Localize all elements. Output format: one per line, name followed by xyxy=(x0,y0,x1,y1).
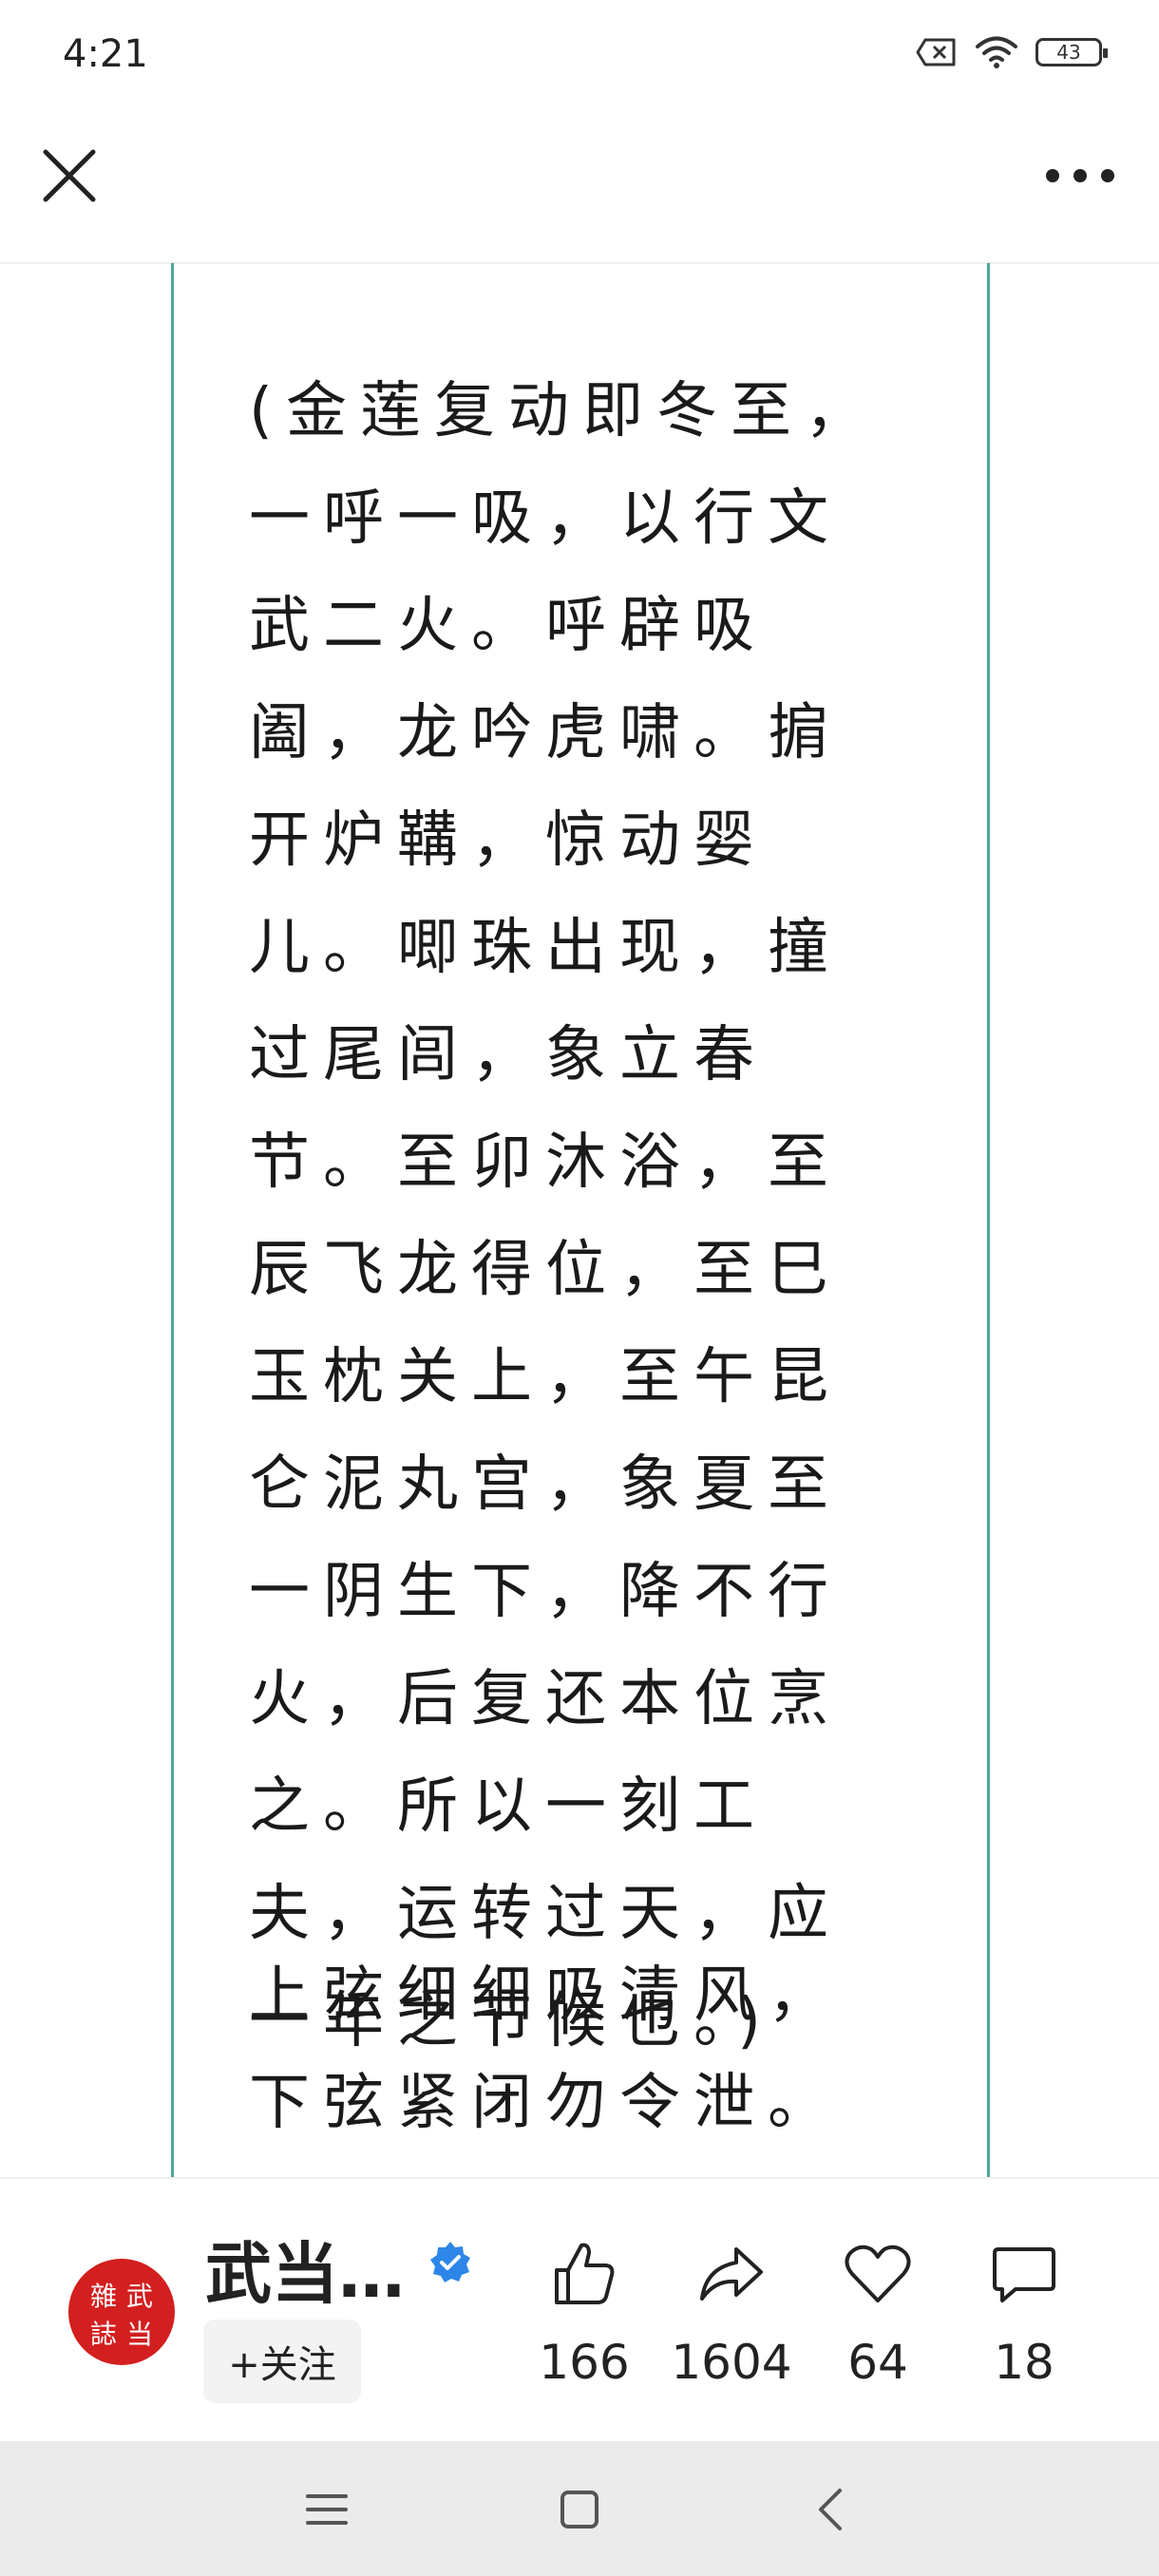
article-paragraph: 上弦细细吸清风，下弦紧闭勿令泄。 xyxy=(249,1960,842,2138)
author-name[interactable]: 武当… xyxy=(205,2221,405,2317)
follow-button[interactable]: +关注 xyxy=(203,2320,361,2403)
comment-button[interactable]: 18 xyxy=(958,2236,1091,2390)
battery-level: 43 xyxy=(1056,41,1081,64)
share-count: 1604 xyxy=(671,2335,792,2390)
avatar-char: 雜 xyxy=(89,2281,117,2312)
comment-count: 18 xyxy=(994,2335,1054,2390)
system-nav-bar xyxy=(0,2441,1159,2576)
avatar-char: 武 xyxy=(125,2281,153,2312)
favorite-count: 64 xyxy=(847,2335,908,2390)
battery-icon: 43 xyxy=(1036,38,1108,66)
back-icon[interactable] xyxy=(802,2479,863,2540)
status-time: 4:21 xyxy=(63,32,148,76)
wifi-icon xyxy=(976,36,1017,68)
top-bar xyxy=(0,114,1159,264)
home-icon[interactable] xyxy=(549,2479,610,2540)
favorite-button[interactable]: 64 xyxy=(811,2236,944,2390)
bottom-action-bar: 雜 武 誌 当 武当… +关注 166 1604 64 18 xyxy=(0,2177,1159,2443)
article-paragraph: (金莲复动即冬至，一呼一吸，以行文武二火。呼辟吸阖，龙吟虎啸。掮开炉鞲，惊动婴儿… xyxy=(249,376,879,2056)
status-icons: 43 xyxy=(916,36,1108,68)
avatar-char: 当 xyxy=(125,2319,153,2350)
sim-error-icon xyxy=(916,38,956,66)
share-icon xyxy=(700,2247,763,2301)
like-icon xyxy=(555,2243,615,2304)
share-button[interactable]: 1604 xyxy=(665,2236,798,2390)
article-content[interactable]: (金莲复动即冬至，一呼一吸，以行文武二火。呼辟吸阖，龙吟虎啸。掮开炉鞲，惊动婴儿… xyxy=(0,263,1159,2177)
heart-icon xyxy=(845,2245,911,2302)
like-button[interactable]: 166 xyxy=(518,2236,651,2390)
author-avatar[interactable]: 雜 武 誌 当 xyxy=(68,2259,175,2365)
avatar-char: 誌 xyxy=(89,2319,117,2350)
more-icon[interactable] xyxy=(1037,142,1123,209)
status-bar: 4:21 43 xyxy=(0,0,1159,114)
close-icon[interactable] xyxy=(36,142,103,209)
verified-icon xyxy=(430,2242,470,2282)
comment-icon xyxy=(993,2247,1055,2302)
menu-icon[interactable] xyxy=(296,2479,357,2540)
like-count: 166 xyxy=(539,2335,630,2390)
